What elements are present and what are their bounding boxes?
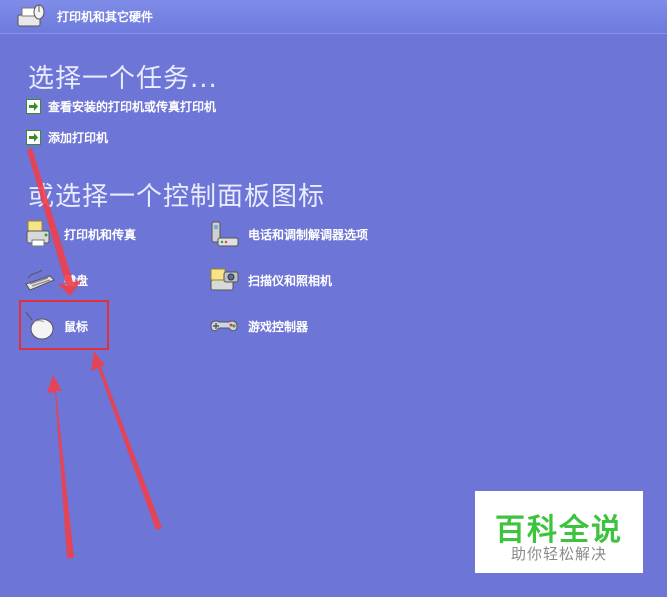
green-arrow-icon (26, 129, 41, 145)
cp-label: 扫描仪和照相机 (248, 273, 333, 288)
control-panel-heading: 或选择一个控制面板图标 (28, 182, 326, 212)
phone-modem-icon (211, 221, 239, 247)
scanner-camera-icon (210, 268, 239, 291)
window-title: 打印机和其它硬件 (57, 10, 154, 24)
printer-fax-icon (26, 220, 50, 247)
cp-item-printers-fax[interactable]: 打印机和传真 (24, 217, 136, 251)
keyboard-icon (25, 269, 55, 291)
task-heading: 选择一个任务... (28, 64, 218, 94)
printer-hardware-icon (17, 4, 45, 27)
cp-item-keyboard[interactable]: 键盘 (24, 263, 88, 297)
window-title-bar: 打印机和其它硬件 (0, 0, 667, 34)
task-label: 添加打印机 (48, 130, 109, 145)
cp-item-game-controllers[interactable]: 游戏控制器 (208, 309, 308, 343)
green-arrow-icon (26, 98, 41, 114)
task-add-printer[interactable]: 添加打印机 (26, 128, 108, 146)
arrow-from-bottom-right (91, 351, 162, 530)
highlight-box (19, 300, 109, 350)
cp-label: 电话和调制解调器选项 (248, 227, 369, 242)
cp-item-phone-modem[interactable]: 电话和调制解调器选项 (208, 217, 368, 251)
cp-label: 游戏控制器 (248, 319, 309, 334)
arrow-from-bottom-left (47, 375, 74, 558)
cp-label: 打印机和传真 (64, 227, 137, 242)
cp-label: 键盘 (64, 273, 89, 288)
watermark: 百科全说 助你轻松解决 (475, 491, 643, 573)
task-label: 查看安装的打印机或传真打印机 (48, 99, 217, 114)
cp-item-scanner-camera[interactable]: 扫描仪和照相机 (208, 263, 332, 297)
watermark-subtitle: 助你轻松解决 (510, 545, 607, 563)
task-view-printers[interactable]: 查看安装的打印机或传真打印机 (26, 97, 216, 115)
gamepad-icon (210, 320, 238, 332)
